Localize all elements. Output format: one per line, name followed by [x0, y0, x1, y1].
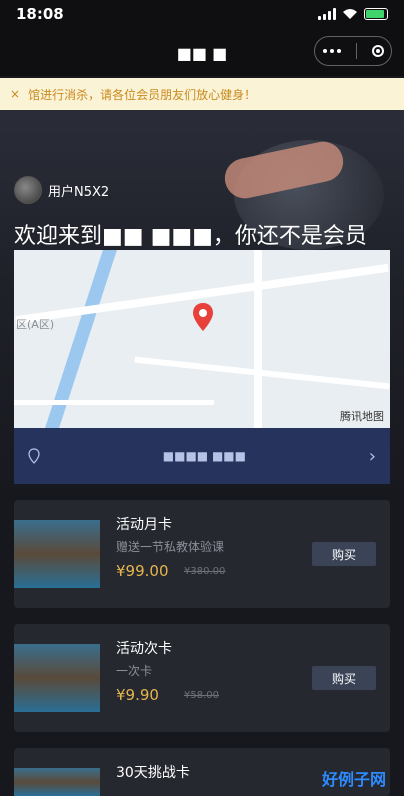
store-map[interactable]: 区(A区) 腾讯地图	[14, 250, 390, 428]
card-original-price: ¥380.00	[184, 566, 226, 577]
membership-card[interactable]: 活动月卡 赠送一节私教体验课 ¥99.00 ¥380.00 购买	[14, 500, 390, 608]
card-original-price: ¥58.00	[184, 690, 219, 701]
notice-close-icon[interactable]: ×	[10, 87, 20, 101]
card-image	[14, 520, 100, 588]
status-icons	[318, 8, 388, 20]
nav-bar: ■■ ■	[0, 28, 404, 76]
battery-icon	[364, 8, 388, 20]
notice-bar: × 馆进行消杀，请各位会员朋友们放心健身！	[0, 78, 404, 110]
address-text: ■■■■ ■■■	[162, 449, 246, 463]
card-description: 一次卡	[116, 664, 153, 678]
membership-card[interactable]: 活动次卡 一次卡 ¥9.90 ¥58.00 购买	[14, 624, 390, 732]
user-name: 用户N5X2	[48, 184, 110, 200]
card-image	[14, 768, 100, 796]
signal-icon	[318, 8, 336, 20]
status-time: 18:08	[16, 5, 64, 23]
buy-button[interactable]: 购买	[312, 666, 376, 690]
user-info[interactable]: 用户N5X2	[14, 176, 109, 204]
welcome-text: 欢迎来到■■ ■■■，你还不是会员	[14, 224, 367, 249]
map-provider-logo: 腾讯地图	[340, 410, 384, 423]
card-price: ¥99.00	[116, 562, 169, 580]
card-image	[14, 644, 100, 712]
location-icon	[28, 448, 40, 464]
close-program-icon[interactable]	[371, 45, 384, 57]
watermark-logo: 好例子网	[321, 770, 386, 789]
address-bar[interactable]: ■■■■ ■■■ ›	[14, 428, 390, 484]
wifi-icon	[343, 9, 357, 19]
card-price: ¥9.90	[116, 686, 159, 704]
chevron-right-icon: ›	[368, 445, 376, 467]
notice-text: 馆进行消杀，请各位会员朋友们放心健身！	[28, 87, 257, 102]
avatar[interactable]	[14, 176, 42, 204]
card-name: 活动月卡	[116, 517, 172, 533]
more-icon[interactable]	[322, 49, 341, 53]
mini-program-capsule[interactable]	[314, 36, 392, 66]
buy-button[interactable]: 购买	[312, 542, 376, 566]
location-pin-icon	[193, 303, 213, 331]
capsule-divider	[355, 43, 357, 59]
map-area-label: 区(A区)	[16, 318, 55, 331]
hero-section: 用户N5X2 欢迎来到■■ ■■■，你还不是会员 区(A区) 腾讯地图 ■■■■…	[0, 110, 404, 490]
status-bar: 18:08	[0, 0, 404, 28]
map-road	[254, 250, 262, 428]
card-name: 活动次卡	[116, 641, 172, 657]
card-name: 30天挑战卡	[116, 765, 190, 781]
card-description: 赠送一节私教体验课	[116, 540, 225, 554]
map-road	[14, 400, 214, 405]
map-road	[134, 356, 390, 390]
